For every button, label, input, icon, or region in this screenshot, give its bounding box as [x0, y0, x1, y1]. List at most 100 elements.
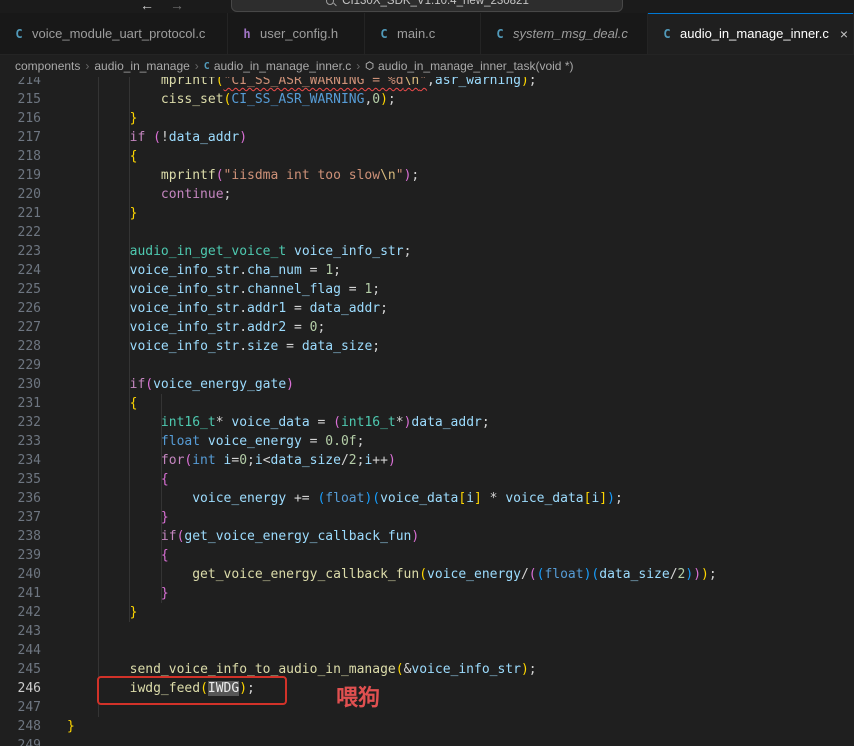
back-arrow[interactable]: ←	[140, 0, 154, 13]
code-token	[67, 149, 130, 164]
code-line[interactable]: 247	[0, 698, 854, 717]
code-line[interactable]: 226 voice_info_str.addr1 = data_addr;	[0, 299, 854, 318]
code-token: ;	[247, 453, 255, 468]
code-line[interactable]: 242 }	[0, 603, 854, 622]
line-number[interactable]: 225	[0, 280, 41, 299]
line-number[interactable]: 236	[0, 489, 41, 508]
line-number[interactable]: 224	[0, 261, 41, 280]
code-line[interactable]: 240 get_voice_energy_callback_fun(voice_…	[0, 565, 854, 584]
code-token	[67, 320, 130, 335]
code-line[interactable]: 238 if(get_voice_energy_callback_fun)	[0, 527, 854, 546]
code-line[interactable]: 217 if (!data_addr)	[0, 128, 854, 147]
code-line[interactable]: 236 voice_energy += (float)(voice_data[i…	[0, 489, 854, 508]
code-line[interactable]: 222	[0, 223, 854, 242]
code-line[interactable]: 224 voice_info_str.cha_num = 1;	[0, 261, 854, 280]
line-number[interactable]: 235	[0, 470, 41, 489]
code-line[interactable]: 214 mprintf("CI_SS_ASR_WARNING = %d\n",a…	[0, 77, 854, 90]
breadcrumb-item[interactable]: ⬡audio_in_manage_inner_task(void *)	[365, 59, 573, 73]
code-line[interactable]: 237 }	[0, 508, 854, 527]
command-center-search[interactable]: CI130X_SDK_V1.10.4_new_230821	[231, 0, 623, 12]
code-line[interactable]: 239 {	[0, 546, 854, 565]
line-number[interactable]: 240	[0, 565, 41, 584]
line-number[interactable]: 222	[0, 223, 41, 242]
line-number[interactable]: 245	[0, 660, 41, 679]
code-token: )	[521, 662, 529, 677]
breadcrumb-item[interactable]: Caudio_in_manage_inner.c	[204, 59, 351, 73]
line-number[interactable]: 216	[0, 109, 41, 128]
line-number[interactable]: 220	[0, 185, 41, 204]
line-number[interactable]: 237	[0, 508, 41, 527]
code-line[interactable]: 216 }	[0, 109, 854, 128]
code-token	[67, 244, 130, 259]
breadcrumb-item[interactable]: audio_in_manage	[94, 59, 189, 73]
code-token: {	[130, 396, 138, 411]
code-line[interactable]: 221 }	[0, 204, 854, 223]
line-number[interactable]: 248	[0, 717, 41, 736]
code-line[interactable]: 249	[0, 736, 854, 746]
code-line[interactable]: 215 ciss_set(CI_SS_ASR_WARNING,0);	[0, 90, 854, 109]
code-line[interactable]: 231 {	[0, 394, 854, 413]
line-number[interactable]: 231	[0, 394, 41, 413]
code-line[interactable]: 234 for(int i=0;i<data_size/2;i++)	[0, 451, 854, 470]
code-editor[interactable]: 214 mprintf("CI_SS_ASR_WARNING = %d\n",a…	[0, 77, 854, 746]
code-line[interactable]: 230 if(voice_energy_gate)	[0, 375, 854, 394]
line-number[interactable]: 217	[0, 128, 41, 147]
close-icon[interactable]: ×	[835, 25, 853, 43]
code-line[interactable]: 227 voice_info_str.addr2 = 0;	[0, 318, 854, 337]
code-token: {	[161, 472, 169, 487]
code-line[interactable]: 225 voice_info_str.channel_flag = 1;	[0, 280, 854, 299]
line-number[interactable]: 234	[0, 451, 41, 470]
line-number[interactable]: 229	[0, 356, 41, 375]
line-number[interactable]: 219	[0, 166, 41, 185]
line-number[interactable]: 233	[0, 432, 41, 451]
code-line[interactable]: 245 send_voice_info_to_audio_in_manage(&…	[0, 660, 854, 679]
code-line[interactable]: 246 iwdg_feed(IWDG);	[0, 679, 854, 698]
line-number[interactable]: 241	[0, 584, 41, 603]
line-number[interactable]: 242	[0, 603, 41, 622]
line-number[interactable]: 244	[0, 641, 41, 660]
line-number[interactable]: 247	[0, 698, 41, 717]
tab-audio_in_manage_inner.c[interactable]: Caudio_in_manage_inner.c×	[648, 13, 854, 54]
tab-voice_module_uart_protocol.c[interactable]: Cvoice_module_uart_protocol.c	[0, 13, 228, 54]
code-line[interactable]: 220 continue;	[0, 185, 854, 204]
tab-system_msg_deal.c[interactable]: Csystem_msg_deal.c	[481, 13, 648, 54]
line-number[interactable]: 243	[0, 622, 41, 641]
code-line[interactable]: 218 {	[0, 147, 854, 166]
tab-user_config.h[interactable]: huser_config.h	[228, 13, 365, 54]
code-token: voice_energy	[192, 491, 286, 506]
code-line[interactable]: 244	[0, 641, 854, 660]
code-line[interactable]: 228 voice_info_str.size = data_size;	[0, 337, 854, 356]
line-number[interactable]: 239	[0, 546, 41, 565]
code-token: ;	[615, 491, 623, 506]
code-line[interactable]: 241 }	[0, 584, 854, 603]
line-number[interactable]: 214	[0, 77, 41, 90]
code-token: \n	[380, 168, 396, 183]
line-number[interactable]: 228	[0, 337, 41, 356]
code-line[interactable]: 223 audio_in_get_voice_t voice_info_str;	[0, 242, 854, 261]
code-token: )	[286, 377, 294, 392]
line-number[interactable]: 223	[0, 242, 41, 261]
code-token: data_size	[302, 339, 372, 354]
tab-main.c[interactable]: Cmain.c	[365, 13, 481, 54]
line-number[interactable]: 215	[0, 90, 41, 109]
code-line[interactable]: 235 {	[0, 470, 854, 489]
code-token: ;	[372, 282, 380, 297]
code-token: ,	[427, 77, 435, 88]
line-number[interactable]: 218	[0, 147, 41, 166]
line-number[interactable]: 249	[0, 736, 41, 746]
line-number[interactable]: 238	[0, 527, 41, 546]
line-number[interactable]: 246	[0, 679, 41, 698]
line-number[interactable]: 232	[0, 413, 41, 432]
code-line[interactable]: 233 float voice_energy = 0.0f;	[0, 432, 854, 451]
line-number[interactable]: 226	[0, 299, 41, 318]
line-number[interactable]: 227	[0, 318, 41, 337]
breadcrumb-item[interactable]: components	[15, 59, 80, 73]
line-number[interactable]: 221	[0, 204, 41, 223]
code-line[interactable]: 229	[0, 356, 854, 375]
forward-arrow[interactable]: →	[170, 0, 184, 13]
code-line[interactable]: 248}	[0, 717, 854, 736]
line-number[interactable]: 230	[0, 375, 41, 394]
code-line[interactable]: 219 mprintf("iisdma int too slow\n");	[0, 166, 854, 185]
code-line[interactable]: 243	[0, 622, 854, 641]
code-line[interactable]: 232 int16_t* voice_data = (int16_t*)data…	[0, 413, 854, 432]
